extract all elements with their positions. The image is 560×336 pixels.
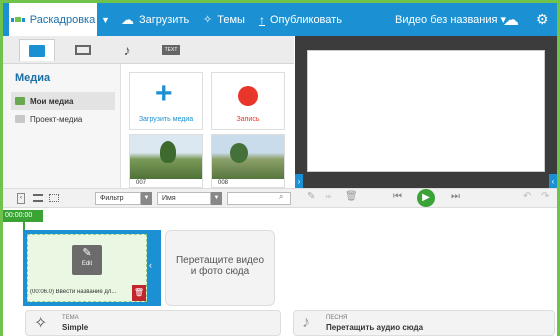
folder-icon bbox=[15, 115, 25, 123]
cloud-upload-icon: ☁ bbox=[121, 11, 134, 27]
edit-label: Edit bbox=[81, 261, 93, 267]
theme-caption: ТЕМА bbox=[62, 315, 79, 321]
song-panel[interactable]: ♪ ПЕСНЯ Перетащить аудио сюда bbox=[293, 310, 555, 336]
thumbnail-counter: 008 bbox=[218, 180, 229, 186]
magic-wand-icon: ✧ bbox=[203, 14, 213, 26]
film-icon bbox=[75, 45, 91, 55]
plus-icon: + bbox=[155, 77, 173, 110]
gear-icon[interactable]: ⚙ bbox=[536, 3, 549, 36]
tree-icon bbox=[160, 141, 176, 163]
storyboard-dropdown-icon[interactable]: ▼ bbox=[101, 3, 110, 36]
timecode: 00:00:00 bbox=[3, 210, 43, 222]
timeline: 00:00:00 ✎ Edit (00:06.0) Ввести названи… bbox=[3, 208, 557, 336]
upload-label: Загрузить bbox=[139, 13, 190, 26]
delete-clip-icon[interactable]: 🗑 bbox=[132, 285, 146, 301]
music-note-icon: ♪ bbox=[123, 42, 131, 58]
tab-media[interactable] bbox=[19, 39, 55, 61]
publish-button[interactable]: ↑ Опубликовать bbox=[259, 3, 342, 36]
cloud-icon[interactable]: ☁ bbox=[503, 3, 519, 36]
filter-select[interactable]: Фильтр bbox=[95, 192, 141, 205]
video-title: Видео без названия ▾ bbox=[395, 14, 507, 26]
song-caption: ПЕСНЯ bbox=[326, 315, 348, 321]
themes-button[interactable]: ✧ Темы bbox=[203, 3, 245, 36]
collapse-right-icon[interactable]: ‹ bbox=[549, 174, 557, 188]
skip-forward-icon[interactable]: ⏭ bbox=[451, 191, 460, 202]
themes-label: Темы bbox=[217, 13, 245, 26]
theme-panel[interactable]: ✧ ТЕМА Simple bbox=[25, 310, 281, 336]
song-value: Перетащить аудио сюда bbox=[326, 323, 424, 332]
magic-wand-icon: ✧ bbox=[34, 315, 48, 332]
drop-zone[interactable]: Перетащите видео и фото сюда bbox=[165, 230, 275, 306]
edit-button[interactable]: ✎ Edit bbox=[72, 245, 102, 275]
sidebar-item-project-media[interactable]: Проект-медиа bbox=[11, 110, 115, 128]
sidebar-item-label: Проект-медиа bbox=[30, 114, 83, 124]
storyboard-tab[interactable]: Раскадровка bbox=[9, 3, 97, 36]
media-thumbnail[interactable]: 007 bbox=[129, 134, 203, 188]
sort-label: Имя bbox=[162, 195, 176, 202]
media-type-tabs: ♪ TEXT bbox=[3, 36, 294, 64]
pencil-icon[interactable]: ✎ bbox=[307, 191, 315, 202]
preview-screen bbox=[307, 50, 545, 172]
trash-icon[interactable]: 🗑 bbox=[345, 191, 358, 202]
clip-caption[interactable]: (00:06.0) Ввести название дл... bbox=[30, 289, 130, 295]
app-frame: Раскадровка ▼ ☁ Загрузить ✧ Темы ↑ Опубл… bbox=[0, 0, 560, 336]
panel-toggle-icon[interactable]: ‹ bbox=[17, 193, 25, 204]
storyboard-icon bbox=[10, 17, 25, 22]
thumbnail-counter: 007 bbox=[136, 180, 147, 186]
publish-label: Опубликовать bbox=[270, 13, 342, 26]
drop-text-line2: и фото сюда bbox=[190, 266, 250, 277]
media-toolbar: ‹ Фильтр ▼ Имя ▼ ⌕ ✎ ⇹ 🗑 ⏮ ▶ ⏭ ↶ ↷ bbox=[3, 188, 557, 208]
media-grid: + Загрузить медиа Запись 007 008 bbox=[121, 64, 294, 188]
folder-icon bbox=[29, 44, 45, 57]
list-view-icon[interactable] bbox=[33, 194, 43, 202]
chevron-down-icon[interactable]: ▼ bbox=[211, 192, 222, 205]
video-title-dropdown[interactable]: Видео без названия ▾ bbox=[395, 3, 506, 36]
sidebar-item-label: Мои медиа bbox=[30, 96, 74, 106]
sidebar-title: Медиа bbox=[15, 72, 51, 84]
grid-view-icon[interactable] bbox=[49, 194, 59, 202]
record-label: Запись bbox=[236, 116, 260, 123]
theme-value: Simple bbox=[62, 323, 89, 332]
video-preview: › ‹ bbox=[295, 36, 557, 188]
skip-back-icon[interactable]: ⏮ bbox=[393, 191, 402, 202]
media-thumbnail[interactable]: 008 bbox=[211, 134, 285, 188]
undo-icon[interactable]: ↶ bbox=[523, 191, 531, 202]
top-bar: Раскадровка ▼ ☁ Загрузить ✧ Темы ↑ Опубл… bbox=[3, 0, 557, 36]
tab-music[interactable]: ♪ bbox=[109, 39, 145, 61]
filter-label: Фильтр bbox=[100, 195, 124, 202]
record-icon bbox=[238, 86, 258, 106]
timeline-clip[interactable]: ✎ Edit (00:06.0) Ввести название дл... 🗑… bbox=[23, 230, 161, 306]
clip-thumbnail: ✎ Edit (00:06.0) Ввести название дл... 🗑 bbox=[27, 234, 147, 302]
play-icon[interactable]: ▶ bbox=[417, 189, 435, 207]
sidebar-item-my-media[interactable]: Мои медиа bbox=[11, 92, 115, 110]
music-note-icon: ♪ bbox=[302, 314, 310, 331]
upload-button[interactable]: ☁ Загрузить bbox=[121, 3, 189, 36]
search-icon[interactable]: ⌕ bbox=[279, 192, 283, 202]
collapse-clip-icon[interactable]: ‹ bbox=[149, 260, 152, 270]
split-icon[interactable]: ⇹ bbox=[325, 192, 332, 201]
media-sidebar: Медиа Мои медиа Проект-медиа bbox=[3, 64, 121, 188]
upload-media-label: Загрузить медиа bbox=[138, 116, 194, 123]
storyboard-label: Раскадровка bbox=[29, 13, 96, 26]
text-icon: TEXT bbox=[161, 45, 181, 55]
upload-arrow-icon: ↑ bbox=[259, 12, 265, 27]
folder-icon bbox=[15, 97, 25, 105]
upload-media-tile[interactable]: + Загрузить медиа bbox=[129, 72, 203, 130]
thumbnail-image bbox=[212, 135, 284, 179]
pencil-icon: ✎ bbox=[82, 247, 92, 259]
tab-video[interactable] bbox=[65, 39, 101, 61]
tree-icon bbox=[230, 143, 248, 163]
redo-icon[interactable]: ↷ bbox=[541, 191, 549, 202]
collapse-left-icon[interactable]: › bbox=[295, 174, 303, 188]
tab-text[interactable]: TEXT bbox=[153, 39, 189, 61]
thumbnail-image bbox=[130, 135, 202, 179]
drop-text-line1: Перетащите видео bbox=[175, 255, 265, 266]
chevron-down-icon[interactable]: ▼ bbox=[141, 192, 152, 205]
record-tile[interactable]: Запись bbox=[211, 72, 285, 130]
sort-select[interactable]: Имя bbox=[157, 192, 211, 205]
